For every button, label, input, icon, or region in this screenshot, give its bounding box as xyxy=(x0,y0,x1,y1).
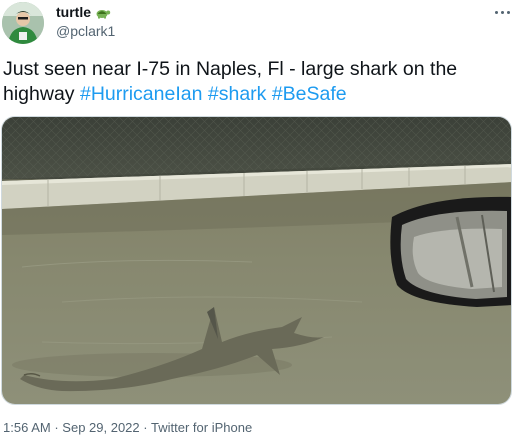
meta-separator: · xyxy=(143,420,148,435)
tweet-header: turtle @pclark1 xyxy=(2,2,519,46)
tweet-media-photo[interactable] xyxy=(1,116,512,405)
tweet-source-link[interactable]: Twitter for iPhone xyxy=(151,420,252,435)
hashtag-link-besafe[interactable]: #BeSafe xyxy=(272,83,347,105)
tweet-meta: 1:56 AM · Sep 29, 2022 · Twitter for iPh… xyxy=(3,420,252,435)
tweet-time[interactable]: 1:56 AM xyxy=(3,420,51,435)
author-handle[interactable]: @pclark1 xyxy=(56,23,115,39)
author-display-name[interactable]: turtle xyxy=(56,4,91,20)
tweet-date[interactable]: Sep 29, 2022 xyxy=(62,420,139,435)
avatar[interactable] xyxy=(2,2,44,44)
hashtag-link-shark[interactable]: #shark xyxy=(208,83,267,105)
turtle-emoji-icon xyxy=(95,6,111,19)
profile-avatar-image xyxy=(2,2,44,44)
meta-separator: · xyxy=(54,420,59,435)
shark-flood-photo xyxy=(2,117,511,404)
hashtag-link-hurricaneian[interactable]: #HurricaneIan xyxy=(80,83,202,105)
more-dots-icon xyxy=(494,10,498,14)
more-options-button[interactable] xyxy=(489,2,515,22)
tweet-text: Just seen near I-75 in Naples, Fl - larg… xyxy=(3,57,513,107)
